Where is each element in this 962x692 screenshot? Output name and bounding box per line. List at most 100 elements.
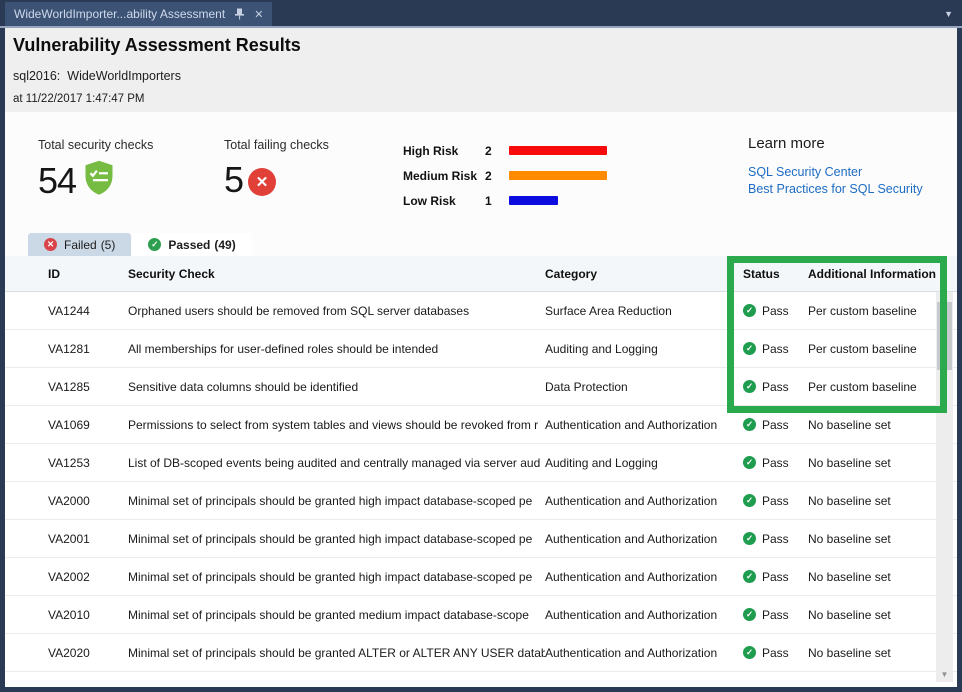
- table-row[interactable]: VA1285 Sensitive data columns should be …: [5, 368, 957, 406]
- cell-category: Authentication and Authorization: [545, 418, 743, 432]
- table-row[interactable]: VA1281 All memberships for user-defined …: [5, 330, 957, 368]
- scroll-down-icon[interactable]: ▼: [936, 670, 953, 679]
- table-row[interactable]: VA2010 Minimal set of principals should …: [5, 596, 957, 634]
- cell-category: Authentication and Authorization: [545, 532, 743, 546]
- col-header-security-check[interactable]: Security Check: [128, 267, 545, 281]
- tab-failed[interactable]: ✕ Failed (5): [28, 233, 131, 256]
- pass-check-icon: ✓: [743, 608, 756, 621]
- cell-status: ✓ Pass: [743, 304, 808, 318]
- cell-category: Surface Area Reduction: [545, 304, 743, 318]
- total-security-checks-stat: Total security checks 54: [38, 138, 153, 202]
- cell-status: ✓ Pass: [743, 418, 808, 432]
- cell-additional-information: No baseline set: [808, 418, 957, 432]
- risk-count: 2: [485, 144, 509, 158]
- cell-additional-information: No baseline set: [808, 570, 957, 584]
- pass-check-icon: ✓: [743, 342, 756, 355]
- tab-list-dropdown-icon[interactable]: ▼: [944, 9, 953, 19]
- cell-security-check: Permissions to select from system tables…: [128, 418, 545, 432]
- scan-timestamp: at 11/22/2017 1:47:47 PM: [13, 93, 145, 105]
- close-icon[interactable]: ✕: [254, 8, 263, 21]
- col-header-status[interactable]: Status: [743, 267, 808, 281]
- risk-label: Medium Risk: [403, 169, 485, 183]
- cell-additional-information: No baseline set: [808, 532, 957, 546]
- pass-check-icon: ✓: [743, 304, 756, 317]
- server-database-line: sql2016: WideWorldImporters: [13, 69, 181, 83]
- status-text: Pass: [762, 304, 789, 318]
- status-text: Pass: [762, 494, 789, 508]
- scrollbar-thumb[interactable]: [937, 302, 952, 370]
- total-checks-label: Total security checks: [38, 138, 153, 152]
- cell-id: VA1285: [48, 380, 128, 394]
- failing-checks-value: 5: [224, 159, 243, 201]
- table-row[interactable]: VA2001 Minimal set of principals should …: [5, 520, 957, 558]
- fail-circle-icon: ✕: [248, 168, 276, 196]
- risk-bar: [509, 171, 607, 180]
- cell-additional-information: No baseline set: [808, 494, 957, 508]
- table-row[interactable]: VA2002 Minimal set of principals should …: [5, 558, 957, 596]
- cell-status: ✓ Pass: [743, 532, 808, 546]
- cell-id: VA1069: [48, 418, 128, 432]
- pass-check-icon: ✓: [743, 418, 756, 431]
- tab-passed-label: Passed: [168, 238, 210, 252]
- cell-category: Authentication and Authorization: [545, 570, 743, 584]
- risk-bar: [509, 196, 558, 205]
- server-name: sql2016:: [13, 69, 60, 83]
- total-checks-value: 54: [38, 160, 76, 202]
- col-header-category[interactable]: Category: [545, 267, 743, 281]
- tab-passed[interactable]: ✓ Passed (49): [132, 233, 251, 256]
- risk-label: Low Risk: [403, 194, 485, 208]
- status-text: Pass: [762, 380, 789, 394]
- document-tab-title: WideWorldImporter...ability Assessment: [14, 7, 225, 21]
- pass-check-icon: ✓: [743, 380, 756, 393]
- link-best-practices-sql-security[interactable]: Best Practices for SQL Security: [748, 182, 923, 196]
- table-row[interactable]: VA2020 Minimal set of principals should …: [5, 634, 957, 672]
- status-text: Pass: [762, 532, 789, 546]
- cell-security-check: Minimal set of principals should be gran…: [128, 570, 545, 584]
- cell-id: VA2010: [48, 608, 128, 622]
- pass-check-icon: ✓: [743, 646, 756, 659]
- status-text: Pass: [762, 608, 789, 622]
- table-row[interactable]: VA1253 List of DB-scoped events being au…: [5, 444, 957, 482]
- cell-status: ✓ Pass: [743, 380, 808, 394]
- table-row[interactable]: VA2000 Minimal set of principals should …: [5, 482, 957, 520]
- tab-failed-label: Failed: [64, 238, 97, 252]
- document-tab[interactable]: WideWorldImporter...ability Assessment ✕: [5, 2, 272, 26]
- table-row[interactable]: VA1069 Permissions to select from system…: [5, 406, 957, 444]
- cell-additional-information: No baseline set: [808, 456, 957, 470]
- vertical-scrollbar[interactable]: ▲ ▼: [936, 292, 953, 682]
- risk-summary-chart: High Risk 2 Medium Risk 2 Low Risk 1: [403, 138, 607, 213]
- results-table: ID Security Check Category Status Additi…: [5, 256, 957, 687]
- document-tab-strip: WideWorldImporter...ability Assessment ✕: [0, 0, 962, 28]
- pin-icon[interactable]: [234, 8, 245, 20]
- status-text: Pass: [762, 456, 789, 470]
- cell-category: Authentication and Authorization: [545, 608, 743, 622]
- cell-id: VA2001: [48, 532, 128, 546]
- failing-checks-label: Total failing checks: [224, 138, 329, 152]
- pass-check-icon: ✓: [743, 532, 756, 545]
- risk-count: 2: [485, 169, 509, 183]
- tab-failed-count: (5): [101, 238, 116, 252]
- pass-check-icon: ✓: [743, 494, 756, 507]
- link-sql-security-center[interactable]: SQL Security Center: [748, 165, 923, 179]
- cell-additional-information: Per custom baseline: [808, 342, 957, 356]
- cell-category: Auditing and Logging: [545, 456, 743, 470]
- risk-row: Low Risk 1: [403, 188, 607, 213]
- status-text: Pass: [762, 418, 789, 432]
- col-header-additional-information[interactable]: Additional Information: [808, 267, 957, 281]
- cell-additional-information: No baseline set: [808, 646, 957, 660]
- cell-id: VA2000: [48, 494, 128, 508]
- col-header-id[interactable]: ID: [48, 267, 128, 281]
- cell-security-check: List of DB-scoped events being audited a…: [128, 456, 545, 470]
- risk-row: Medium Risk 2: [403, 163, 607, 188]
- learn-more-title: Learn more: [748, 135, 923, 152]
- cell-status: ✓ Pass: [743, 456, 808, 470]
- database-name: WideWorldImporters: [67, 69, 181, 83]
- table-row[interactable]: VA1244 Orphaned users should be removed …: [5, 292, 957, 330]
- cell-security-check: Orphaned users should be removed from SQ…: [128, 304, 545, 318]
- cell-security-check: Sensitive data columns should be identif…: [128, 380, 545, 394]
- cell-additional-information: Per custom baseline: [808, 304, 957, 318]
- passed-circle-icon: ✓: [148, 238, 161, 251]
- vulnerability-assessment-pane: Vulnerability Assessment Results sql2016…: [5, 28, 957, 687]
- cell-status: ✓ Pass: [743, 570, 808, 584]
- table-body: VA1244 Orphaned users should be removed …: [5, 292, 957, 672]
